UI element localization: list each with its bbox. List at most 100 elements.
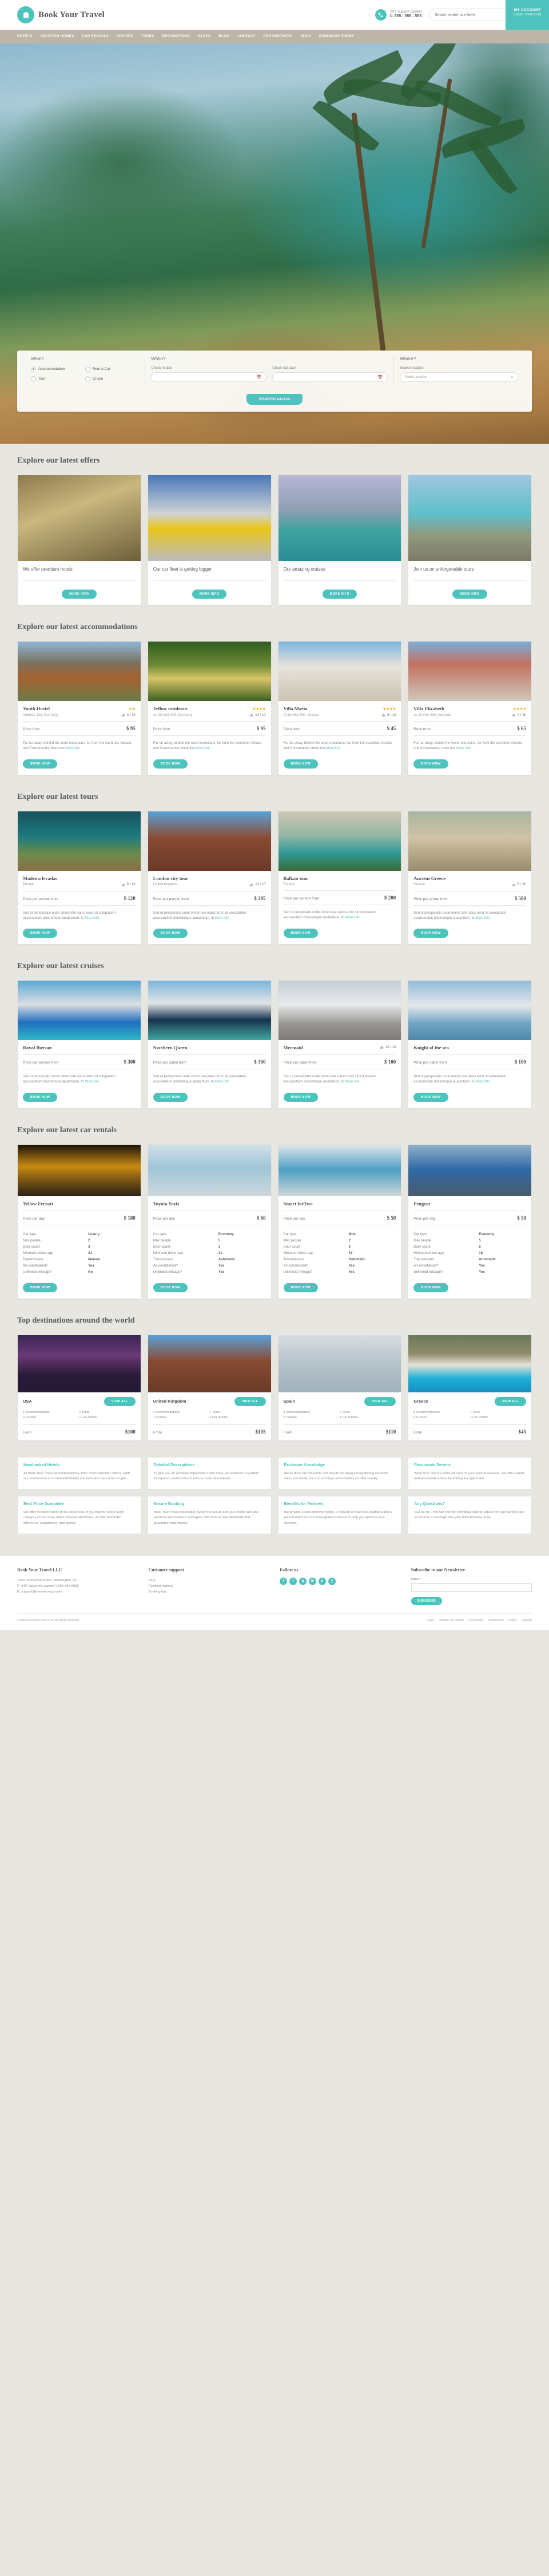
book-now-button[interactable]: BOOK NOW	[153, 759, 188, 769]
cruise-card[interactable]: Northern Queen Price per cabin from $ 300 S…	[147, 980, 272, 1109]
book-now-button[interactable]: BOOK NOW	[283, 929, 318, 938]
more-info-link[interactable]: More info	[196, 747, 210, 750]
footer-support-item[interactable]: Payment options	[149, 1583, 270, 1589]
view-all-button[interactable]: VIEW ALL	[104, 1396, 136, 1406]
checkin-input[interactable]: 📅	[151, 372, 267, 382]
footer-support-link[interactable]: FAQ	[149, 1579, 156, 1582]
destination-card[interactable]: Greece VIEW ALL 5 Accommodations 1 Tours 0 C…	[408, 1334, 532, 1441]
book-now-button[interactable]: BOOK NOW	[23, 1092, 58, 1102]
offer-card[interactable]: Join us on unforgettable tours MORE INFO	[408, 475, 532, 606]
book-now-button[interactable]: BOOK NOW	[283, 1092, 318, 1102]
footer-support-item[interactable]: Booking tips	[149, 1589, 270, 1595]
newsletter-email-input[interactable]	[411, 1583, 532, 1592]
book-now-button[interactable]: BOOK NOW	[413, 759, 448, 769]
accommodation-card[interactable]: Villa Maria ★★★★ Av do Mar 500, Greece 5 / …	[277, 641, 402, 775]
search-again-button[interactable]: SEARCH AGAIN	[246, 394, 303, 405]
footer-bottom-link[interactable]: Login	[427, 1619, 434, 1622]
social-youtube-icon[interactable]: y	[328, 1577, 336, 1585]
more-info-link[interactable]: More info	[215, 917, 229, 920]
site-logo[interactable]: Book Your Travel	[17, 6, 105, 23]
car-card[interactable]: Peugeot Price per day $ 50 Car type Economy M…	[408, 1144, 532, 1299]
more-info-link[interactable]: More info	[326, 747, 340, 750]
nav-item-cruises[interactable]: CRUISES	[117, 35, 133, 38]
social-pinterest-icon[interactable]: p	[319, 1577, 326, 1585]
footer-support-link[interactable]: Booking tips	[149, 1590, 167, 1594]
offer-more-info-button[interactable]: MORE INFO	[192, 590, 227, 599]
book-now-button[interactable]: BOOK NOW	[413, 1092, 448, 1102]
radio-dot-icon[interactable]	[31, 376, 36, 381]
book-now-button[interactable]: BOOK NOW	[23, 929, 58, 938]
nav-item-purchase-theme[interactable]: PURCHASE THEME	[319, 35, 354, 38]
accommodation-card[interactable]: Villa Elizabeth ★★★★ Av 20 Nov 300, Austra…	[408, 641, 532, 775]
radio-dot-icon[interactable]	[31, 367, 36, 372]
checkout-input[interactable]: 📅	[272, 372, 388, 382]
book-now-button[interactable]: BOOK NOW	[413, 1283, 448, 1292]
more-info-link[interactable]: More info	[456, 747, 471, 750]
radio-option-cruise[interactable]: Cruise	[85, 376, 140, 381]
book-now-button[interactable]: BOOK NOW	[153, 1092, 188, 1102]
more-info-link[interactable]: More info	[85, 1080, 99, 1084]
book-now-button[interactable]: BOOK NOW	[153, 929, 188, 938]
book-now-button[interactable]: BOOK NOW	[23, 1283, 58, 1292]
more-info-link[interactable]: More info	[345, 916, 360, 919]
footer-bottom-link[interactable]: Destinations	[488, 1619, 504, 1622]
offer-more-info-button[interactable]: MORE INFO	[452, 590, 487, 599]
nav-item-car-rentals[interactable]: CAR RENTALS	[82, 35, 108, 38]
offer-card[interactable]: Our car fleet is getting bigger MORE INFO	[147, 475, 272, 606]
view-all-button[interactable]: VIEW ALL	[364, 1396, 396, 1406]
destination-card[interactable]: USA VIEW ALL 1 Accommodations 0 Tours 0 Crui…	[17, 1334, 141, 1441]
social-facebook-icon[interactable]: f	[280, 1577, 287, 1585]
social-google-plus-icon[interactable]: g	[299, 1577, 307, 1585]
book-now-button[interactable]: BOOK NOW	[153, 1283, 188, 1292]
calendar-icon[interactable]: 📅	[257, 375, 262, 380]
offer-card[interactable]: We offer premium hotels MORE INFO	[17, 475, 141, 606]
car-card[interactable]: Smart forTwo Price per day $ 50 Car type Min…	[277, 1144, 402, 1299]
nav-item-vacation-homes[interactable]: VACATION HOMES	[40, 35, 74, 38]
radio-option-accommodation[interactable]: Accommodation	[31, 367, 85, 372]
more-info-link[interactable]: More info	[85, 917, 99, 920]
destination-card[interactable]: Spain VIEW ALL 3 Accommodations 0 Tours 2 Cr…	[277, 1334, 402, 1441]
more-info-link[interactable]: More info	[66, 747, 80, 750]
social-linkedin-icon[interactable]: in	[309, 1577, 316, 1585]
offer-card[interactable]: Our amazing cruises MORE INFO	[277, 475, 402, 606]
nav-item-hotels[interactable]: HOTELS	[17, 35, 32, 38]
tour-card[interactable]: Balkan tour Europe Price per person from $ …	[277, 810, 402, 945]
radio-dot-icon[interactable]	[85, 376, 90, 381]
destination-card[interactable]: United Kingdom VIEW ALL 4 Accommodations 1 …	[147, 1334, 272, 1441]
book-now-button[interactable]: BOOK NOW	[283, 759, 318, 769]
nav-item-tours[interactable]: TOURS	[141, 35, 154, 38]
cruise-card[interactable]: Mermaid 10 / 10 Price per cabin from $ 100 S…	[277, 980, 402, 1109]
footer-bottom-link[interactable]: Register as partner	[439, 1619, 464, 1622]
more-info-link[interactable]: More info	[475, 917, 490, 920]
chevron-down-icon[interactable]: ▾	[511, 375, 513, 380]
car-card[interactable]: Toyota Yaris Price per day $ 60 Car type Eco…	[147, 1144, 272, 1299]
book-now-button[interactable]: BOOK NOW	[23, 759, 58, 769]
accommodation-card[interactable]: Youth Hostel ★★ Address 123, Germany 3 / 10…	[17, 641, 141, 775]
location-select[interactable]: Select location ▾	[400, 372, 518, 382]
book-now-button[interactable]: BOOK NOW	[413, 929, 448, 938]
social-twitter-icon[interactable]: t	[289, 1577, 297, 1585]
car-card[interactable]: Yellow Ferrari Price per day $ 180 Car type…	[17, 1144, 141, 1299]
offer-more-info-button[interactable]: MORE INFO	[62, 590, 97, 599]
footer-support-link[interactable]: Payment options	[149, 1584, 173, 1588]
cruise-card[interactable]: Royal Iberian Price per person from $ 300 S…	[17, 980, 141, 1109]
nav-item-blog[interactable]: BLOG	[218, 35, 229, 38]
footer-bottom-link[interactable]: Hotels	[508, 1619, 517, 1622]
nav-item-contact[interactable]: CONTACT	[237, 35, 255, 38]
more-info-link[interactable]: More info	[345, 1080, 360, 1084]
view-all-button[interactable]: VIEW ALL	[495, 1396, 526, 1406]
more-info-link[interactable]: More info	[475, 1080, 490, 1084]
more-info-link[interactable]: More info	[215, 1080, 229, 1084]
tour-card[interactable]: Ancient Greece Greece 8 / 10 Price per grou…	[408, 810, 532, 945]
footer-support-item[interactable]: FAQ	[149, 1578, 270, 1583]
footer-bottom-link[interactable]: Car rentals	[468, 1619, 483, 1622]
radio-dot-icon[interactable]	[85, 367, 90, 372]
nav-item-shop[interactable]: SHOP	[301, 35, 311, 38]
offer-more-info-button[interactable]: MORE INFO	[322, 590, 357, 599]
radio-option-tour[interactable]: Tour	[31, 376, 85, 381]
accommodation-card[interactable]: Yellow residence ★★★★ Av 20 April 300, Ger…	[147, 641, 272, 775]
newsletter-subscribe-button[interactable]: SUBSCRIBE	[411, 1596, 442, 1605]
footer-bottom-link[interactable]: Support	[522, 1619, 532, 1622]
view-all-button[interactable]: VIEW ALL	[234, 1396, 266, 1406]
nav-item-for-partners[interactable]: FOR PARTNERS	[263, 35, 292, 38]
